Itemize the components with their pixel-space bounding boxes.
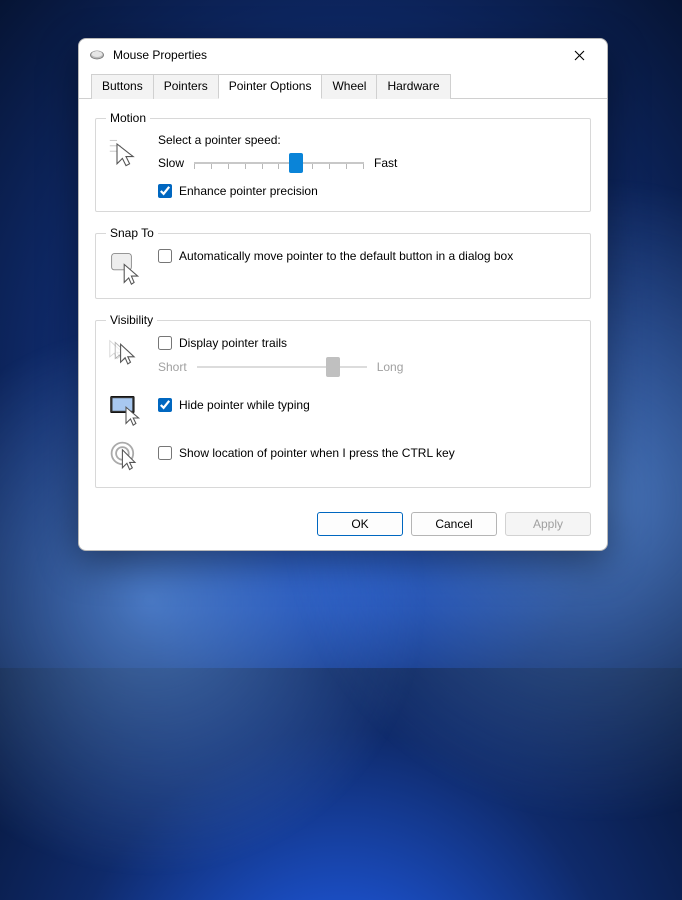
hide-pointer-checkbox[interactable]: Hide pointer while typing bbox=[158, 397, 580, 413]
snap-to-label: Automatically move pointer to the defaul… bbox=[179, 248, 513, 264]
pointer-trails-checkbox[interactable]: Display pointer trails bbox=[158, 335, 580, 351]
close-icon bbox=[574, 50, 585, 61]
motion-pointer-icon bbox=[108, 135, 144, 171]
mouse-properties-dialog: Mouse Properties Buttons Pointers Pointe… bbox=[78, 38, 608, 551]
dialog-button-row: OK Cancel Apply bbox=[79, 512, 607, 550]
tab-hardware[interactable]: Hardware bbox=[376, 74, 450, 99]
titlebar: Mouse Properties bbox=[79, 39, 607, 71]
trails-long-label: Long bbox=[377, 360, 404, 374]
snap-to-checkbox[interactable]: Automatically move pointer to the defaul… bbox=[158, 248, 580, 264]
window-title: Mouse Properties bbox=[113, 48, 557, 62]
ctrl-locate-label: Show location of pointer when I press th… bbox=[179, 445, 455, 461]
tab-strip: Buttons Pointers Pointer Options Wheel H… bbox=[79, 71, 607, 99]
pointer-trails-label: Display pointer trails bbox=[179, 335, 287, 351]
speed-fast-label: Fast bbox=[374, 156, 397, 170]
enhance-precision-checkbox[interactable]: Enhance pointer precision bbox=[158, 183, 580, 199]
visibility-legend: Visibility bbox=[106, 313, 157, 327]
ok-button[interactable]: OK bbox=[317, 512, 403, 536]
visibility-group: Visibility Display pointer trails bbox=[95, 313, 591, 488]
hide-pointer-icon bbox=[108, 391, 144, 427]
ctrl-locate-checkbox[interactable]: Show location of pointer when I press th… bbox=[158, 445, 580, 461]
pointer-trails-slider bbox=[197, 357, 367, 377]
tab-content: Motion Select a pointer speed: Slow bbox=[79, 99, 607, 512]
snap-to-icon bbox=[108, 250, 144, 286]
pointer-speed-slider[interactable] bbox=[194, 153, 364, 173]
pointer-trails-icon bbox=[108, 337, 144, 373]
motion-legend: Motion bbox=[106, 111, 150, 125]
hide-pointer-label: Hide pointer while typing bbox=[179, 397, 310, 413]
ctrl-locate-icon bbox=[108, 439, 144, 475]
apply-button: Apply bbox=[505, 512, 591, 536]
enhance-precision-label: Enhance pointer precision bbox=[179, 183, 318, 199]
speed-slow-label: Slow bbox=[158, 156, 184, 170]
trails-short-label: Short bbox=[158, 360, 187, 374]
tab-pointers[interactable]: Pointers bbox=[153, 74, 219, 99]
cancel-button[interactable]: Cancel bbox=[411, 512, 497, 536]
tab-pointer-options[interactable]: Pointer Options bbox=[218, 74, 323, 99]
motion-group: Motion Select a pointer speed: Slow bbox=[95, 111, 591, 212]
snap-to-legend: Snap To bbox=[106, 226, 158, 240]
snap-to-group: Snap To Automatically move pointer to th… bbox=[95, 226, 591, 299]
close-button[interactable] bbox=[557, 41, 601, 69]
speed-label: Select a pointer speed: bbox=[158, 133, 580, 147]
mouse-icon bbox=[89, 47, 105, 63]
tab-wheel[interactable]: Wheel bbox=[321, 74, 377, 99]
tab-buttons[interactable]: Buttons bbox=[91, 74, 154, 99]
